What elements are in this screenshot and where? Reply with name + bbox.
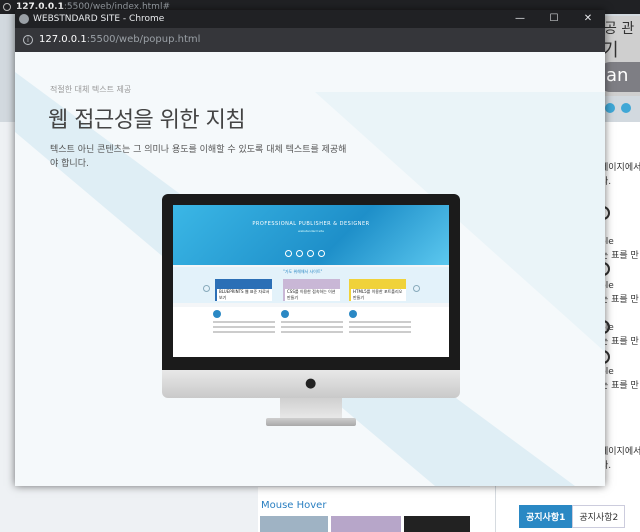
background-logo: 공 관 기 an [600, 16, 640, 96]
screen-card-label: BLUEPRINTS 웹 표준 자료서 보기 [217, 289, 272, 301]
right-panel-text: 는 표를 만 [600, 295, 639, 305]
circle-icon [307, 250, 314, 257]
monitor-stand [280, 398, 342, 420]
maximize-button[interactable]: ☐ [537, 10, 571, 28]
right-panel-text: 는 표를 만 [600, 381, 639, 391]
popup-url-host: 127.0.0.1 [39, 34, 87, 45]
screen-hero: PROFESSIONAL PUBLISHER & DESIGNER websta… [173, 205, 449, 265]
screen-slider-label: "가도 위해해서 사이트" [283, 269, 323, 274]
logo-glyph-1: 공 관 [604, 21, 635, 37]
page-title: 웹 접근성을 위한 지침 [48, 108, 246, 133]
popup-url-path: :5500/web/popup.html [86, 34, 201, 45]
screen-card: CSS를 이용한 접속하는 이션 만들기 [283, 279, 340, 301]
screen-hero-title: PROFESSIONAL PUBLISHER & DESIGNER [252, 221, 370, 227]
chevron-left-icon [203, 285, 210, 292]
description-text: 텍스트 아닌 콘텐츠는 그 의미나 용도를 이해할 수 있도록 대체 텍스트를 … [50, 145, 347, 169]
slider-dot[interactable] [621, 103, 631, 113]
screen-card: BLUEPRINTS 웹 표준 자료서 보기 [215, 279, 272, 301]
popup-content: 적절한 대체 텍스트 제공 웹 접근성을 위한 지침 텍스트 아닌 콘텐츠는 그… [15, 52, 605, 486]
notice-tabs: 공지사항1 공지사항2 [519, 505, 626, 528]
screen-card: HTML5를 이용한 포트폴리오 만들기 [349, 279, 406, 301]
right-panel-text: 페이지에서 [600, 447, 640, 457]
right-panel-text: 는 표를 만 [600, 251, 639, 261]
window-controls: — ☐ ✕ [503, 10, 605, 28]
slider-dot[interactable] [605, 103, 615, 113]
close-button[interactable]: ✕ [571, 10, 605, 28]
apple-logo-icon: ● [305, 376, 317, 391]
popup-address-bar[interactable]: i 127.0.0.1:5500/web/popup.html [15, 28, 605, 52]
popup-title-bar[interactable]: WEBSTNDARD SITE - Chrome — ☐ ✕ [15, 10, 605, 28]
hover-thumbnail[interactable] [331, 516, 401, 532]
tab-notice-1[interactable]: 공지사항1 [519, 505, 573, 528]
circle-icon [285, 250, 292, 257]
hover-thumbnail[interactable] [404, 516, 470, 532]
imac-illustration: PROFESSIONAL PUBLISHER & DESIGNER websta… [162, 194, 460, 434]
right-panel-text: 는 표를 만 [600, 337, 639, 347]
screen-column [213, 310, 275, 356]
logo-glyph-3: an [600, 62, 640, 92]
right-panel-text: 페이지에서 [600, 163, 640, 173]
screen-column [349, 310, 411, 356]
circle-icon [281, 310, 289, 318]
monitor-base [266, 418, 356, 426]
mouse-hover-title: Mouse Hover [261, 500, 327, 511]
popup-window-title: WEBSTNDARD SITE - Chrome [33, 14, 165, 24]
hover-thumbnail[interactable] [260, 516, 328, 532]
screen-columns [173, 307, 449, 357]
chevron-right-icon [413, 285, 420, 292]
circle-icon [213, 310, 221, 318]
screen-hero-icons [285, 242, 329, 261]
monitor-screen: PROFESSIONAL PUBLISHER & DESIGNER websta… [173, 205, 449, 357]
tab-notice-2[interactable]: 공지사항2 [572, 505, 626, 528]
circle-icon [349, 310, 357, 318]
globe-icon [19, 14, 29, 24]
minimize-button[interactable]: — [503, 10, 537, 28]
screen-card-label: HTML5를 이용한 포트폴리오 만들기 [351, 289, 406, 301]
popup-window: WEBSTNDARD SITE - Chrome — ☐ ✕ i 127.0.0… [15, 10, 605, 486]
clock-icon [318, 250, 325, 257]
screen-column [281, 310, 343, 356]
info-icon [3, 3, 11, 11]
screen-slider: "가도 위해해서 사이트" BLUEPRINTS 웹 표준 자료서 보기 CSS… [173, 267, 449, 303]
screen-card-label: CSS를 이용한 접속하는 이션 만들기 [285, 289, 340, 301]
heart-icon [296, 250, 303, 257]
info-icon[interactable]: i [23, 35, 33, 45]
eyebrow-text: 적절한 대체 텍스트 제공 [50, 85, 132, 94]
screen-hero-subtitle: webstandard site [298, 229, 324, 233]
